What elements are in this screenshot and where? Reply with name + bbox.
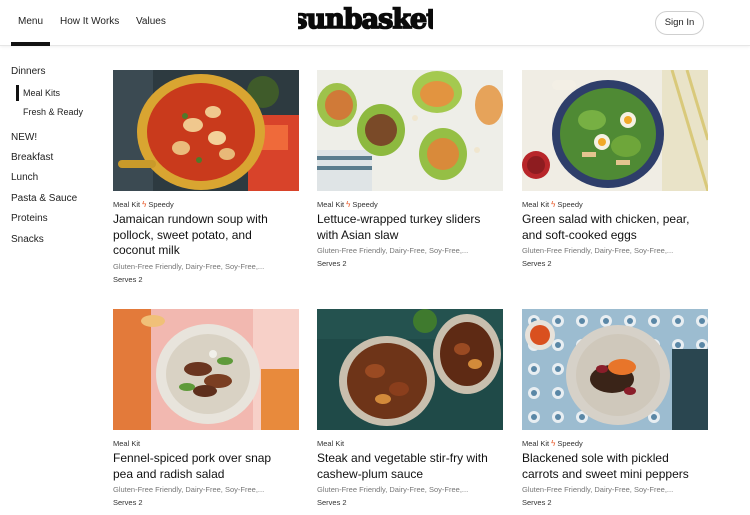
recipe-card[interactable]: Meal Kit Steak and vegetable stir-fry wi…	[317, 309, 503, 507]
sidebar-item-dinners[interactable]: Dinners	[11, 66, 45, 77]
recipe-title-line: Green salad with chicken, pear,	[522, 212, 690, 226]
recipe-tag: Meal Kit ϟ Speedy	[317, 200, 503, 209]
recipe-tag: Meal Kit ϟ Speedy	[522, 200, 708, 209]
recipe-title[interactable]: Jamaican rundown soup with pollock, swee…	[113, 212, 299, 259]
serving-size: Serves 2	[113, 274, 143, 284]
dietary-info: Gluten-Free Friendly, Dairy-Free, Soy-Fr…	[113, 485, 265, 494]
recipe-card[interactable]: Meal Kit ϟ Speedy Lettuce-wrapped turkey…	[317, 70, 503, 268]
recipe-title-line: carrots and sweet mini peppers	[522, 466, 689, 481]
serving-size: Serves 2	[317, 259, 347, 268]
recipe-title[interactable]: Lettuce-wrapped turkey sliders with Asia…	[317, 212, 503, 243]
meal-kit-label: Meal Kit	[522, 200, 550, 209]
lightning-bolt-icon: ϟ	[142, 200, 147, 209]
sidebar-item-lunch[interactable]: Lunch	[11, 172, 38, 183]
dietary-info: Gluten-Free Friendly, Dairy-Free, Soy-Fr…	[522, 246, 674, 255]
sidebar-item-snacks[interactable]: Snacks	[11, 234, 44, 245]
nav-values[interactable]: Values	[136, 16, 166, 27]
recipe-title-line: pea and radish salad	[113, 466, 225, 481]
recipe-title-line: coconut milk	[113, 243, 180, 257]
steak-stirfry-photo[interactable]	[317, 309, 503, 430]
recipe-card[interactable]: Meal Kit ϟ Speedy Jamaican rundown soup …	[113, 70, 299, 284]
top-nav: Menu How It Works Values sunbasket Sign …	[0, 0, 750, 46]
sidebar-item-new[interactable]: NEW!	[11, 132, 37, 143]
recipe-title-line: Blackened sole with pickled	[522, 451, 669, 465]
recipe-title-line: Jamaican rundown soup with	[113, 212, 268, 226]
sidebar-item-fresh-ready[interactable]: Fresh & Ready	[23, 107, 83, 117]
serving-size: Serves 2	[522, 498, 552, 507]
recipe-tag: Meal Kit	[113, 439, 299, 448]
speedy-label: Speedy	[352, 200, 378, 209]
lightning-bolt-icon: ϟ	[346, 200, 351, 209]
sign-in-button[interactable]: Sign In	[655, 11, 704, 35]
recipe-title[interactable]: Blackened sole with pickled carrots and …	[522, 451, 708, 482]
recipe-tag: Meal Kit	[317, 439, 503, 448]
blackened-sole-photo[interactable]	[522, 309, 708, 430]
serving-size: Serves 2	[113, 498, 143, 507]
meal-kit-label: Meal Kit	[522, 439, 550, 448]
recipe-tag: Meal Kit ϟ Speedy	[522, 439, 708, 448]
recipe-card[interactable]: Meal Kit ϟ Speedy Blackened sole with pi…	[522, 309, 708, 507]
sidebar-item-proteins[interactable]: Proteins	[11, 213, 48, 224]
sidebar-active-indicator	[16, 85, 19, 101]
speedy-label: Speedy	[148, 200, 174, 209]
recipe-title[interactable]: Steak and vegetable stir-fry with cashew…	[317, 451, 503, 482]
recipe-title-line: Steak and vegetable stir-fry with	[317, 451, 488, 465]
dietary-info: Gluten-Free Friendly, Dairy-Free, Soy-Fr…	[317, 485, 469, 494]
svg-text:sunbasket: sunbasket	[298, 4, 433, 35]
recipe-title-line: Fennel-spiced pork over snap	[113, 451, 272, 465]
serving-size: Serves 2	[522, 259, 552, 268]
speedy-label: Speedy	[557, 200, 583, 209]
dietary-info: Gluten-Free Friendly, Dairy-Free, Soy-Fr…	[113, 261, 265, 271]
recipe-title-line: cashew-plum sauce	[317, 466, 424, 481]
recipe-title-line: pollock, sweet potato, and	[113, 227, 252, 242]
speedy-label: Speedy	[557, 439, 583, 448]
lightning-bolt-icon: ϟ	[551, 439, 556, 448]
serving-size: Serves 2	[317, 498, 347, 507]
lightning-bolt-icon: ϟ	[551, 200, 556, 209]
recipe-card[interactable]: Meal Kit Fennel-spiced pork over snap pe…	[113, 309, 299, 507]
sidebar-item-pasta-sauce[interactable]: Pasta & Sauce	[11, 193, 77, 204]
green-salad-photo[interactable]	[522, 70, 708, 191]
nav-how-it-works[interactable]: How It Works	[60, 16, 119, 27]
nav-menu[interactable]: Menu	[18, 16, 43, 27]
recipe-title-line: with Asian slaw	[317, 227, 399, 242]
meal-kit-label: Meal Kit	[317, 439, 345, 448]
dietary-info: Gluten-Free Friendly, Dairy-Free, Soy-Fr…	[317, 246, 469, 255]
sidebar-item-meal-kits[interactable]: Meal Kits	[23, 88, 60, 98]
fennel-pork-photo[interactable]	[113, 309, 299, 430]
recipe-title-line: and soft-cooked eggs	[522, 227, 637, 242]
sidebar-item-breakfast[interactable]: Breakfast	[11, 152, 53, 163]
meal-kit-label: Meal Kit	[113, 439, 141, 448]
turkey-sliders-photo[interactable]	[317, 70, 503, 191]
meal-kit-label: Meal Kit	[317, 200, 345, 209]
dietary-info: Gluten-Free Friendly, Dairy-Free, Soy-Fr…	[522, 485, 674, 494]
nav-active-indicator	[11, 42, 50, 46]
jamaican-soup-photo[interactable]	[113, 70, 299, 191]
recipe-title[interactable]: Fennel-spiced pork over snap pea and rad…	[113, 451, 299, 482]
recipe-card[interactable]: Meal Kit ϟ Speedy Green salad with chick…	[522, 70, 708, 268]
recipe-title[interactable]: Green salad with chicken, pear, and soft…	[522, 212, 708, 243]
recipe-title-line: Lettuce-wrapped turkey sliders	[317, 212, 481, 226]
recipe-tag: Meal Kit ϟ Speedy	[113, 200, 299, 209]
sunbasket-logo[interactable]: sunbasket	[298, 2, 433, 36]
meal-kit-label: Meal Kit	[113, 200, 141, 209]
